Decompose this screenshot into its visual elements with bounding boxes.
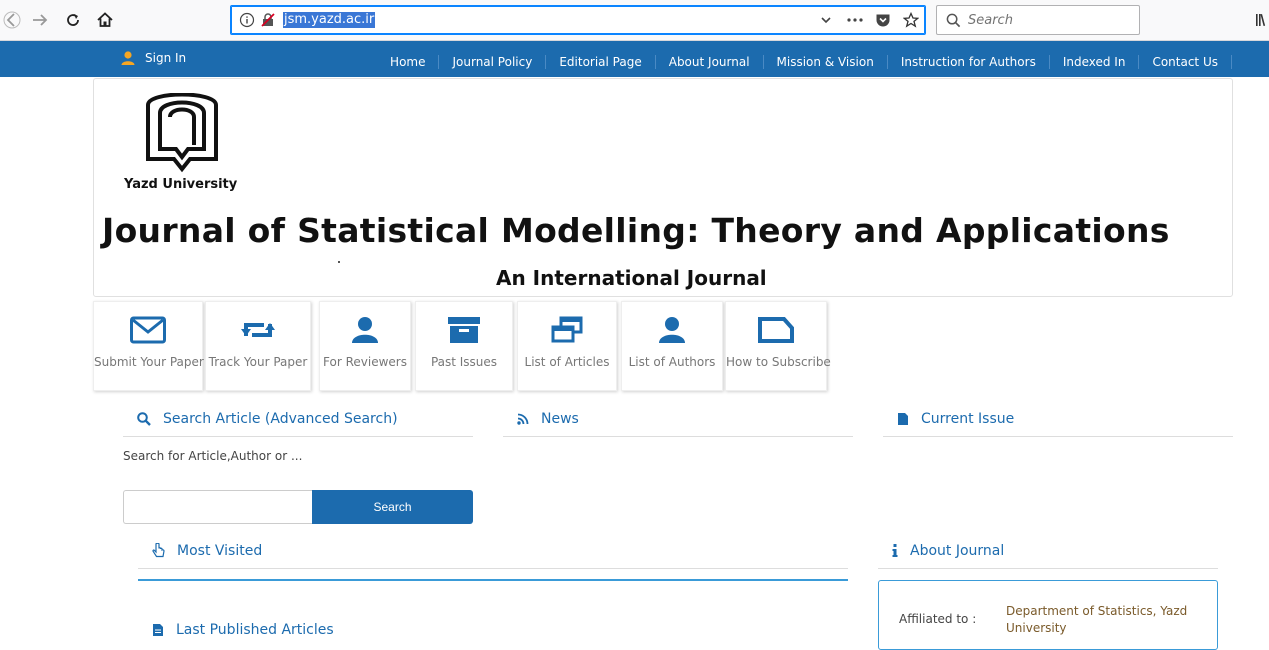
archive-icon xyxy=(448,317,480,343)
hand-pointer-icon xyxy=(152,543,165,558)
search-button[interactable]: Search xyxy=(312,490,473,524)
document-icon xyxy=(153,624,163,636)
menu-item-about-journal[interactable]: About Journal xyxy=(656,55,764,69)
more-actions-icon[interactable] xyxy=(846,12,864,28)
banner-dot xyxy=(338,261,340,263)
main-menu: Home Journal Policy Editorial Page About… xyxy=(377,41,1232,77)
tile-label: List of Authors xyxy=(628,355,716,369)
tile-for-reviewers[interactable]: For Reviewers xyxy=(319,301,411,391)
yazd-university-logo-icon xyxy=(146,93,218,173)
tag-icon xyxy=(758,317,794,343)
most-visited-title: Most Visited xyxy=(177,542,263,559)
search-icon xyxy=(137,411,151,426)
menu-item-mission-vision[interactable]: Mission & Vision xyxy=(764,55,888,69)
home-icon[interactable] xyxy=(93,8,117,32)
retweet-icon xyxy=(241,323,275,337)
site-top-nav: Sign In Home Journal Policy Editorial Pa… xyxy=(0,41,1269,77)
search-article-heading[interactable]: Search Article (Advanced Search) xyxy=(123,401,473,437)
tile-label: Past Issues xyxy=(430,355,498,369)
current-issue-heading[interactable]: Current Issue xyxy=(883,401,1233,437)
envelope-icon xyxy=(130,316,166,344)
menu-item-instruction-authors[interactable]: Instruction for Authors xyxy=(888,55,1050,69)
chevron-down-icon[interactable] xyxy=(820,12,832,28)
news-heading[interactable]: News xyxy=(503,401,853,437)
insecure-lock-icon[interactable] xyxy=(260,12,276,28)
user-icon xyxy=(121,51,135,65)
about-journal-heading[interactable]: About Journal xyxy=(878,533,1218,569)
pocket-icon[interactable] xyxy=(875,12,891,28)
about-journal-title: About Journal xyxy=(910,542,1005,559)
browser-search-placeholder: Search xyxy=(968,13,1013,28)
last-published-title: Last Published Articles xyxy=(176,622,334,638)
user-icon xyxy=(352,317,378,343)
info-icon xyxy=(892,544,898,557)
tile-label: For Reviewers xyxy=(323,355,407,369)
article-search-input[interactable] xyxy=(123,490,313,524)
affiliated-value[interactable]: Department of Statistics, Yazd Universit… xyxy=(1006,603,1206,637)
browser-toolbar: jsm.yazd.ac.ir Search xyxy=(0,0,1269,41)
tile-label: How to Subscribe xyxy=(726,355,831,369)
current-issue-title: Current Issue xyxy=(921,410,1015,427)
most-visited-divider xyxy=(138,579,848,581)
last-published-heading[interactable]: Last Published Articles xyxy=(138,612,848,648)
tile-list-articles[interactable]: List of Articles xyxy=(517,301,617,391)
user-icon xyxy=(659,317,685,343)
search-hint: Search for Article,Author or ... xyxy=(123,449,303,463)
menu-item-editorial-page[interactable]: Editorial Page xyxy=(546,55,656,69)
menu-item-journal-policy[interactable]: Journal Policy xyxy=(439,55,547,69)
tile-list-authors[interactable]: List of Authors xyxy=(621,301,723,391)
most-visited-heading[interactable]: Most Visited xyxy=(138,533,848,569)
search-icon xyxy=(946,13,961,28)
tile-label: List of Articles xyxy=(524,355,610,369)
journal-banner: Yazd University Journal of Statistical M… xyxy=(93,78,1233,297)
library-icon[interactable] xyxy=(1255,12,1269,28)
forward-icon[interactable] xyxy=(28,8,52,32)
menu-item-contact-us[interactable]: Contact Us xyxy=(1139,55,1232,69)
search-article-title: Search Article (Advanced Search) xyxy=(163,410,398,427)
university-name: Yazd University xyxy=(124,177,238,192)
tile-past-issues[interactable]: Past Issues xyxy=(415,301,513,391)
rss-icon xyxy=(517,413,529,425)
bookmark-star-icon[interactable] xyxy=(903,12,919,28)
journal-title: Journal of Statistical Modelling: Theory… xyxy=(102,211,1170,250)
affiliated-label: Affiliated to : xyxy=(899,612,977,626)
reload-icon[interactable] xyxy=(61,8,85,32)
about-journal-box: Affiliated to : Department of Statistics… xyxy=(878,580,1218,650)
info-icon[interactable] xyxy=(239,12,255,28)
back-icon[interactable] xyxy=(0,8,24,32)
stacked-windows-icon xyxy=(551,316,583,343)
url-bar[interactable]: jsm.yazd.ac.ir xyxy=(230,5,926,35)
tile-submit-paper[interactable]: Submit Your Paper xyxy=(93,301,204,391)
journal-subtitle: An International Journal xyxy=(496,266,767,290)
document-icon xyxy=(898,412,908,425)
url-text[interactable]: jsm.yazd.ac.ir xyxy=(283,12,376,28)
menu-item-indexed-in[interactable]: Indexed In xyxy=(1050,55,1140,69)
browser-search-bar[interactable]: Search xyxy=(936,5,1140,35)
sign-in-link[interactable]: Sign In xyxy=(120,50,186,66)
tile-track-paper[interactable]: Track Your Paper xyxy=(205,301,311,391)
tile-how-to-subscribe[interactable]: How to Subscribe xyxy=(725,301,831,391)
menu-item-home[interactable]: Home xyxy=(377,55,440,69)
tile-label: Submit Your Paper xyxy=(94,355,204,369)
sign-in-label: Sign In xyxy=(145,51,187,65)
tile-label: Track Your Paper xyxy=(208,355,308,369)
news-title: News xyxy=(541,410,579,427)
